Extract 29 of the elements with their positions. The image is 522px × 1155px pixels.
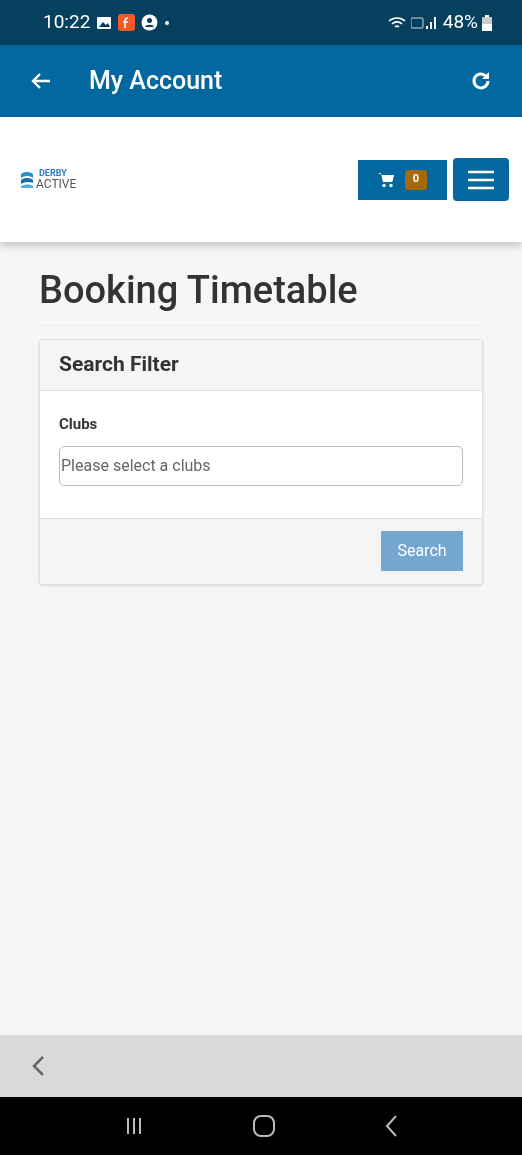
app-bar-title: My Account <box>89 65 223 98</box>
gallery-icon <box>96 15 113 30</box>
clubs-select-field[interactable]: Please select a clubs <box>59 445 463 486</box>
menu-button[interactable] <box>453 158 509 201</box>
status-time: 10:22 <box>43 9 91 36</box>
logo-small-text: DERBY <box>39 169 68 178</box>
cart-button[interactable]: 0 <box>358 159 447 200</box>
back-icon[interactable] <box>384 1114 398 1138</box>
signal-icon <box>410 14 439 31</box>
home-icon[interactable] <box>252 1114 276 1138</box>
menu-icon <box>467 169 495 190</box>
logo-text: ACTIVE <box>36 178 77 190</box>
app-icon <box>118 14 136 31</box>
panel-title: Search Filter <box>59 351 179 379</box>
dot-icon <box>164 19 171 26</box>
page-title: Booking Timetable <box>39 267 359 313</box>
battery-icon <box>482 14 492 31</box>
wifi-icon <box>386 14 407 31</box>
refresh-icon[interactable] <box>470 70 492 92</box>
logo[interactable]: DERBY ACTIVE <box>20 169 77 190</box>
back-arrow-icon[interactable] <box>30 71 52 91</box>
account-icon <box>141 14 159 31</box>
field-label: Clubs <box>59 414 99 435</box>
back-chevron-icon[interactable] <box>31 1055 45 1077</box>
recent-apps-icon[interactable] <box>124 1116 144 1136</box>
cart-count-badge: 0 <box>405 169 427 190</box>
battery-percent: 48% <box>442 9 478 36</box>
cart-icon <box>378 171 395 188</box>
logo-icon <box>20 170 34 189</box>
